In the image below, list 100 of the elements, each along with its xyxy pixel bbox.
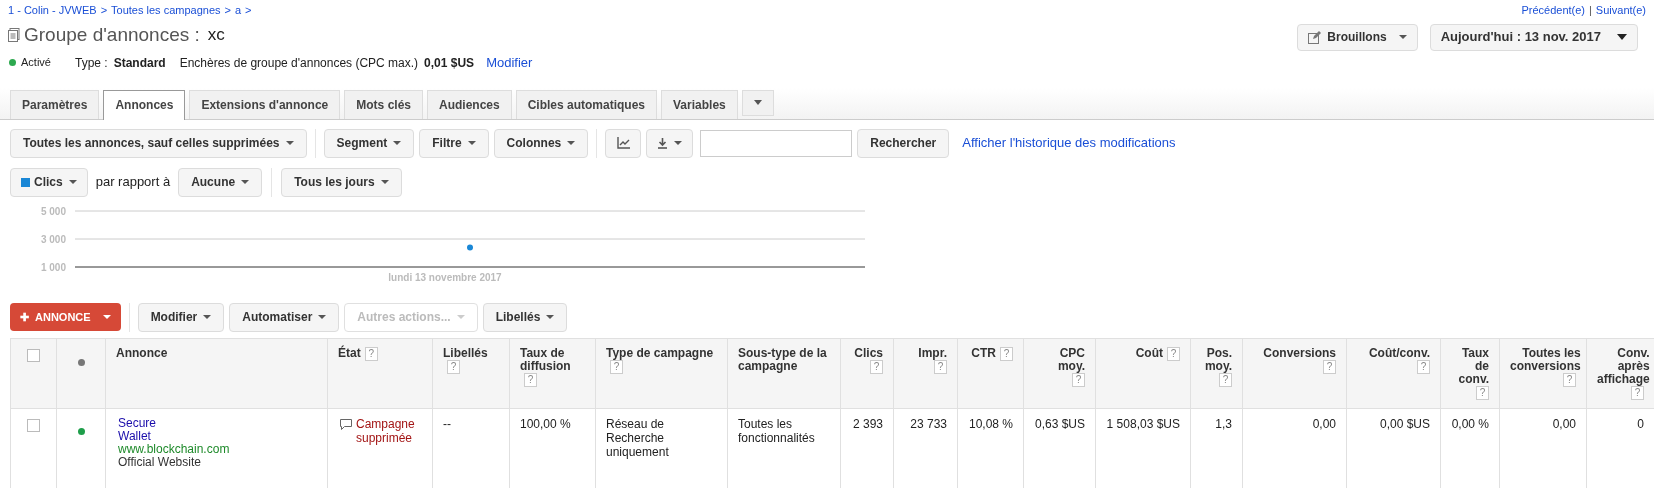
type-value: Standard bbox=[113, 54, 166, 72]
caret-icon bbox=[753, 100, 762, 105]
change-history-link[interactable]: Afficher l'historique des modifications bbox=[962, 133, 1176, 153]
help-icon[interactable]: ? bbox=[870, 359, 883, 374]
column-header[interactable]: Impr. bbox=[918, 346, 947, 360]
column-header[interactable]: Taux de conv. bbox=[1451, 346, 1489, 386]
ad-headline[interactable]: Wallet bbox=[118, 428, 151, 443]
tab[interactable]: Mots clés bbox=[344, 89, 423, 119]
page-title: Groupe d'annonces : bbox=[24, 22, 200, 47]
column-header[interactable]: Libellés bbox=[443, 346, 488, 360]
help-icon[interactable]: ? bbox=[1323, 359, 1336, 374]
help-icon[interactable]: ? bbox=[1476, 385, 1489, 400]
tab[interactable]: Cibles automatiques bbox=[515, 89, 658, 119]
caret-icon bbox=[68, 180, 77, 184]
document-icon bbox=[8, 27, 20, 42]
table-cell: 0,00 % bbox=[1451, 416, 1489, 431]
status-column-icon bbox=[77, 358, 85, 366]
column-header[interactable]: Pos. moy. bbox=[1201, 346, 1232, 373]
tab[interactable]: Audiences bbox=[427, 89, 512, 119]
edit-icon bbox=[1308, 30, 1322, 44]
table-cell: 23 733 bbox=[910, 416, 947, 431]
breadcrumb-link[interactable]: a bbox=[234, 2, 242, 19]
column-header[interactable]: CTR bbox=[971, 346, 996, 360]
data-point bbox=[467, 243, 473, 250]
download-button[interactable] bbox=[646, 128, 694, 158]
columns-dropdown[interactable]: Colonnes bbox=[493, 128, 589, 158]
caret-icon bbox=[203, 315, 212, 319]
bid-label: Enchères de groupe d'annonces (CPC max.) bbox=[179, 54, 419, 72]
column-header[interactable]: CPC moy. bbox=[1034, 346, 1085, 373]
column-header[interactable]: Toutes les conversions bbox=[1510, 346, 1581, 373]
tab[interactable]: Annonces bbox=[103, 89, 186, 120]
breadcrumb-link[interactable]: Toutes les campagnes bbox=[111, 2, 221, 19]
compare-dropdown[interactable]: Aucune bbox=[178, 167, 263, 197]
series-swatch bbox=[21, 177, 30, 187]
ad-description: Official Website bbox=[118, 454, 201, 469]
row-checkbox[interactable] bbox=[27, 418, 40, 432]
column-header[interactable]: Type de campagne bbox=[606, 346, 714, 360]
help-icon[interactable]: ? bbox=[1563, 372, 1576, 387]
date-range-button[interactable]: Aujourd'hui : 13 nov. 2017 bbox=[1429, 23, 1638, 51]
tab[interactable]: Variables bbox=[661, 89, 738, 119]
help-icon[interactable]: ? bbox=[524, 372, 537, 387]
ad-group-name: xc bbox=[207, 24, 225, 46]
ad-filter-dropdown[interactable]: Toutes les annonces, sauf celles supprimées bbox=[10, 128, 307, 158]
state-text: Campagne supprimée bbox=[356, 416, 416, 445]
column-header[interactable]: Annonce bbox=[116, 346, 168, 360]
help-icon[interactable]: ? bbox=[1000, 346, 1013, 361]
previous-link[interactable]: Précédent(e) bbox=[1521, 2, 1585, 19]
search-button[interactable]: Rechercher bbox=[857, 128, 950, 158]
select-all-checkbox[interactable] bbox=[27, 348, 40, 362]
breadcrumb-link[interactable]: 1 - Colin - JVWEB bbox=[8, 2, 97, 19]
help-icon[interactable]: ? bbox=[1219, 372, 1232, 387]
column-header[interactable]: Taux de diffusion bbox=[520, 346, 585, 373]
caret-icon bbox=[567, 141, 576, 145]
table-cell: 1 508,03 $US bbox=[1106, 416, 1180, 431]
help-icon[interactable]: ? bbox=[1417, 359, 1430, 374]
table-cell: 10,08 % bbox=[968, 416, 1013, 431]
breadcrumb-separator: > bbox=[224, 3, 231, 18]
automate-dropdown[interactable]: Automatiser bbox=[229, 302, 340, 332]
help-icon[interactable]: ? bbox=[610, 359, 623, 374]
comment-icon bbox=[340, 418, 352, 430]
type-label: Type : bbox=[74, 54, 108, 72]
help-icon[interactable]: ? bbox=[934, 359, 947, 374]
edit-dropdown[interactable]: Modifier bbox=[137, 302, 225, 332]
tab[interactable]: Paramètres bbox=[10, 89, 100, 119]
filter-dropdown[interactable]: Filtre bbox=[419, 128, 489, 158]
table-cell: 0,00 $US bbox=[1379, 416, 1430, 431]
period-dropdown[interactable]: Tous les jours bbox=[281, 167, 402, 197]
column-header[interactable]: État bbox=[338, 346, 361, 360]
axis-label: 5 000 bbox=[40, 205, 66, 217]
bid-value: 0,01 $US bbox=[424, 54, 475, 72]
labels-dropdown[interactable]: Libellés bbox=[482, 302, 568, 332]
column-header[interactable]: Clics bbox=[854, 346, 883, 360]
column-header[interactable]: Coût/conv. bbox=[1368, 346, 1430, 360]
caret-icon bbox=[102, 315, 111, 319]
ad-headline[interactable]: Secure bbox=[118, 415, 157, 430]
new-ad-button[interactable]: ✚ ANNONCE bbox=[10, 303, 121, 331]
caret-icon bbox=[467, 141, 476, 145]
search-field[interactable] bbox=[700, 129, 853, 157]
segment-dropdown[interactable]: Segment bbox=[323, 128, 415, 158]
column-header[interactable]: Conversions bbox=[1263, 346, 1336, 360]
caret-icon bbox=[285, 141, 294, 145]
next-link[interactable]: Suivant(e) bbox=[1595, 2, 1646, 19]
chart-toggle-button[interactable] bbox=[605, 128, 642, 158]
caret-icon bbox=[380, 180, 389, 184]
help-icon[interactable]: ? bbox=[364, 346, 378, 361]
download-icon bbox=[657, 137, 669, 149]
more-tabs-button[interactable] bbox=[741, 89, 774, 116]
column-header[interactable]: Conv. après affichage bbox=[1597, 346, 1650, 386]
table-cell: Toutes les fonctionnalités bbox=[738, 416, 815, 445]
help-icon[interactable]: ? bbox=[1072, 372, 1085, 387]
tab[interactable]: Extensions d'annonce bbox=[189, 89, 341, 119]
column-header[interactable]: Coût bbox=[1135, 346, 1163, 360]
metric-dropdown[interactable]: Clics bbox=[10, 167, 88, 197]
edit-link[interactable]: Modifier bbox=[486, 52, 533, 73]
caret-icon bbox=[241, 180, 250, 184]
help-icon[interactable]: ? bbox=[1167, 346, 1180, 361]
caret-icon bbox=[546, 315, 555, 319]
help-icon[interactable]: ? bbox=[447, 359, 460, 374]
drafts-button[interactable]: Brouillons bbox=[1297, 23, 1418, 51]
help-icon[interactable]: ? bbox=[1631, 385, 1644, 400]
